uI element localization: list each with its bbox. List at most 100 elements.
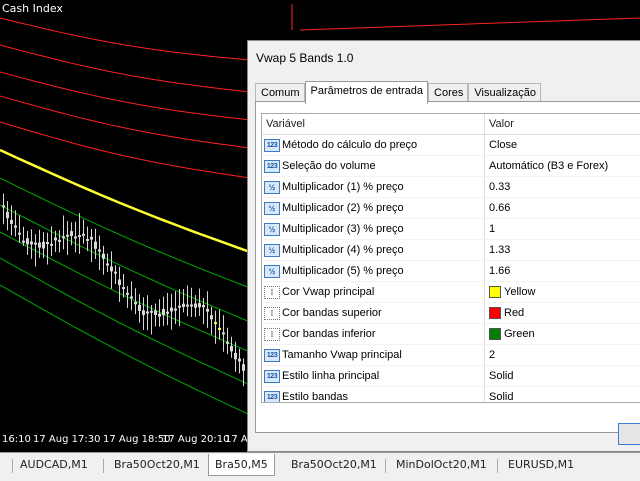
numeric-icon: 123 xyxy=(264,390,280,402)
table-row[interactable]: 123 Método do cálculo do preço Close xyxy=(262,135,640,156)
table-row[interactable]: ½ Multiplicador (4) % preço 1.33 xyxy=(262,240,640,261)
parameter-name-cell: ½ Multiplicador (1) % preço xyxy=(262,177,485,197)
candle-body xyxy=(134,301,137,305)
upper-band-line xyxy=(299,17,640,31)
parameter-value-cell[interactable]: 0.33 xyxy=(485,177,510,197)
candle-body xyxy=(26,238,29,245)
time-label: 17 Aug 18:50 xyxy=(103,434,171,445)
candle-body xyxy=(118,279,121,286)
parameter-value-cell[interactable]: Close xyxy=(485,135,517,155)
table-row[interactable]: ½ Multiplicador (5) % preço 1.66 xyxy=(262,261,640,282)
chart-tab-active[interactable]: Bra50,M5 xyxy=(208,454,275,476)
lower-band-line xyxy=(0,257,251,386)
table-row[interactable]: 123 Tamanho Vwap principal 2 xyxy=(262,345,640,366)
parameter-name-cell: 123 Seleção do volume xyxy=(262,156,485,176)
parameter-name-cell: ⁞ Cor bandas superior xyxy=(262,303,485,323)
table-row[interactable]: ½ Multiplicador (3) % preço 1 xyxy=(262,219,640,240)
candle-body xyxy=(114,271,117,274)
lower-band-line xyxy=(0,177,251,289)
candle-body xyxy=(186,304,189,307)
candle-body xyxy=(206,308,209,312)
candle-body xyxy=(94,241,97,249)
candle-body xyxy=(30,241,33,245)
chart-tab[interactable]: Bra50Oct20,M1 xyxy=(110,456,204,473)
column-header-variavel[interactable]: Variável xyxy=(262,114,485,134)
candle-body xyxy=(78,235,81,238)
candle-body xyxy=(170,307,173,312)
candle-body xyxy=(90,236,93,240)
parameter-name-cell: ½ Multiplicador (2) % preço xyxy=(262,198,485,218)
upper-band-line xyxy=(0,71,251,121)
candle-body xyxy=(142,310,145,315)
candle-body xyxy=(54,237,57,241)
candle-body xyxy=(46,242,49,244)
candle-body xyxy=(22,240,25,243)
upper-band-line xyxy=(0,17,251,61)
parameter-value-cell[interactable]: 2 xyxy=(485,345,495,365)
chart-tab[interactable]: EURUSD,M1 xyxy=(504,456,578,473)
candle-body xyxy=(122,287,125,290)
ok-button[interactable] xyxy=(618,423,640,445)
parameter-value-cell[interactable]: Solid xyxy=(485,366,513,386)
parameter-value: 0.66 xyxy=(489,202,511,214)
table-header: Variável Valor xyxy=(262,114,640,135)
fraction-icon: ½ xyxy=(264,264,280,278)
parameter-name: Seleção do volume xyxy=(282,160,376,172)
parameter-name-cell: ⁞ Cor Vwap principal xyxy=(262,282,485,302)
candle-body xyxy=(42,241,45,249)
table-row[interactable]: ½ Multiplicador (2) % preço 0.66 xyxy=(262,198,640,219)
parameter-value: Yellow xyxy=(504,286,536,298)
chart-tab[interactable]: Bra50Oct20,M1 xyxy=(287,456,381,473)
parameter-value-cell[interactable]: Yellow xyxy=(485,282,535,302)
parameter-value: 2 xyxy=(489,349,496,361)
candle-body xyxy=(6,211,9,219)
table-row[interactable]: 123 Estilo bandas Solid xyxy=(262,387,640,402)
parameter-value: Close xyxy=(489,139,518,151)
parameter-value-cell[interactable]: 1.66 xyxy=(485,261,510,281)
table-row[interactable]: ⁞ Cor bandas inferior Green xyxy=(262,324,640,345)
parameter-value-cell[interactable]: 1 xyxy=(485,219,495,239)
candle-body xyxy=(14,225,17,228)
chart-tabs-bar: AUDCAD,M1 Bra50Oct20,M1 Bra50,M5 Bra50Oc… xyxy=(0,452,640,481)
fraction-icon: ½ xyxy=(264,180,280,194)
candle-body xyxy=(198,303,201,308)
parameter-value: 1.33 xyxy=(489,244,511,256)
chart-tab[interactable]: AUDCAD,M1 xyxy=(16,456,92,473)
candle-body xyxy=(34,242,37,245)
candle-body xyxy=(70,231,73,236)
candle-body xyxy=(86,239,89,241)
tab-parametros-de-entrada[interactable]: Parâmetros de entrada xyxy=(304,81,429,104)
parameter-value: Red xyxy=(504,307,525,319)
lower-band-line xyxy=(0,284,251,416)
parameter-value-cell[interactable]: Solid xyxy=(485,387,513,402)
table-row[interactable]: 123 Estilo linha principal Solid xyxy=(262,366,640,387)
chart-tab[interactable]: MinDolOct20,M1 xyxy=(392,456,491,473)
parameter-value-cell[interactable]: Automático (B3 e Forex) xyxy=(485,156,608,176)
table-row[interactable]: ½ Multiplicador (1) % preço 0.33 xyxy=(262,177,640,198)
lower-band-line xyxy=(0,204,251,323)
table-row[interactable]: 123 Seleção do volume Automático (B3 e For… xyxy=(262,156,640,177)
candle-body xyxy=(18,232,21,235)
table-row[interactable]: ⁞ Cor bandas superior Red xyxy=(262,303,640,324)
table-row[interactable]: ⁞ Cor Vwap principal Yellow xyxy=(262,282,640,303)
upper-band-line xyxy=(0,44,251,93)
candle-body xyxy=(10,219,13,224)
parameter-value-cell[interactable]: 1.33 xyxy=(485,240,510,260)
parameter-value-cell[interactable]: 0.66 xyxy=(485,198,510,218)
parameter-value-cell[interactable]: Red xyxy=(485,303,524,323)
time-label: 16:10 xyxy=(2,434,31,445)
candle-body xyxy=(210,315,213,320)
upper-band-line xyxy=(0,121,251,179)
numeric-icon: 123 xyxy=(264,369,280,383)
parameter-name: Multiplicador (5) % preço xyxy=(282,265,404,277)
parameter-name: Multiplicador (1) % preço xyxy=(282,181,404,193)
candle-body xyxy=(154,310,157,315)
parameter-value-cell[interactable]: Green xyxy=(485,324,535,344)
color-icon: ⁞ xyxy=(264,306,280,320)
candle-body xyxy=(110,266,113,272)
column-header-valor[interactable]: Valor xyxy=(485,114,514,134)
parameter-value: 1 xyxy=(489,223,496,235)
parameter-name: Estilo linha principal xyxy=(282,370,380,382)
time-axis: 16:10 17 Aug 17:30 17 Aug 18:50 17 Aug 2… xyxy=(0,430,254,450)
parameter-value: Green xyxy=(504,328,535,340)
